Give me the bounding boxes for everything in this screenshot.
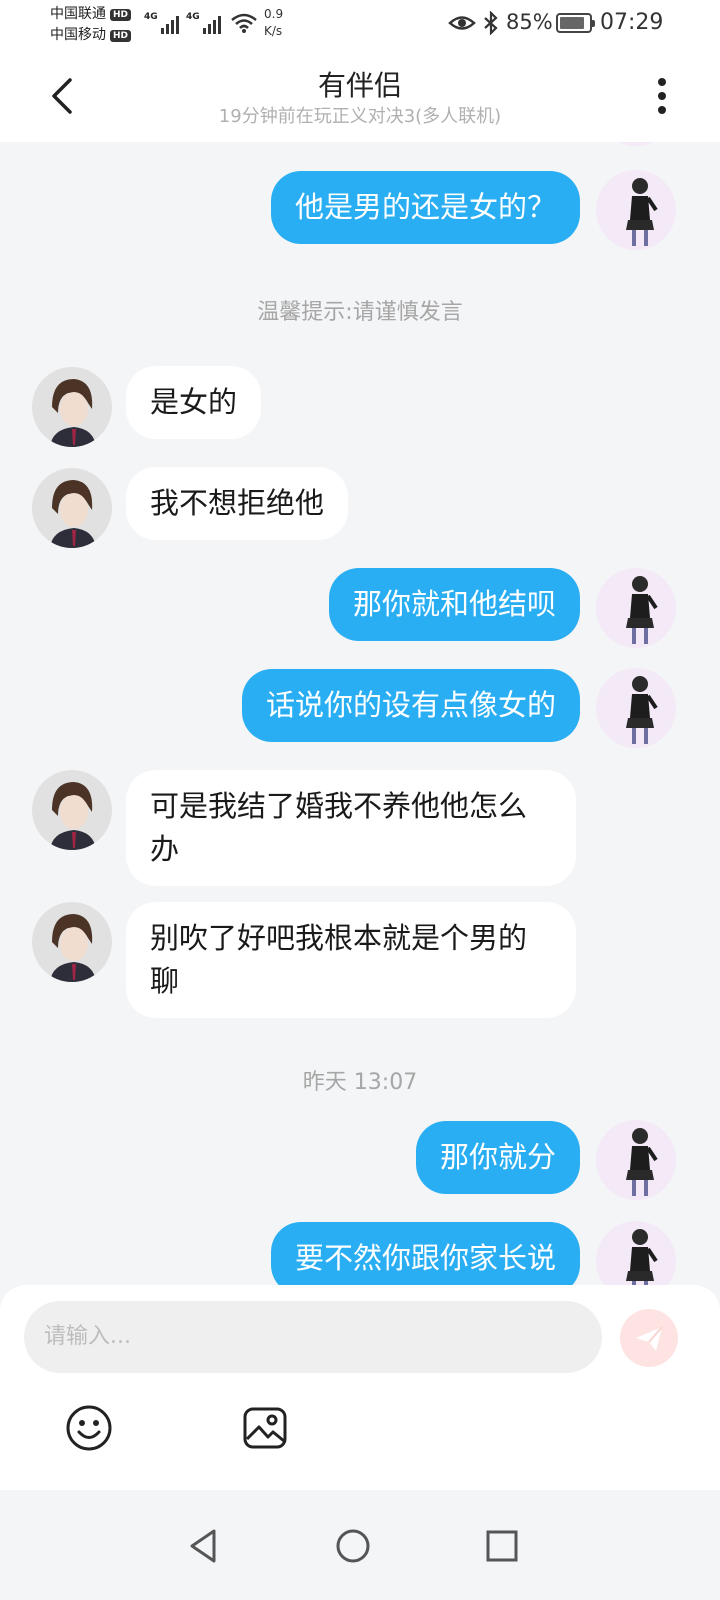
smiley-icon[interactable] — [64, 1403, 114, 1453]
wifi-icon — [231, 13, 257, 33]
clock: 07:29 — [600, 10, 664, 35]
message-bubble-partner[interactable]: 我不想拒绝他 — [126, 467, 349, 540]
battery-icon — [556, 13, 595, 33]
message-bubble-mine[interactable]: 话说你的设有点像女的 — [241, 669, 580, 742]
image-icon[interactable] — [240, 1403, 290, 1453]
partner-avatar[interactable] — [32, 902, 112, 982]
signal-icon: 4G — [144, 12, 179, 34]
hd-badge: HD — [110, 8, 132, 21]
battery-percent: 85% — [506, 10, 553, 34]
chat-subtitle: 19分钟前在玩正义对决3(多人联机) — [218, 106, 502, 127]
triangle-back-icon[interactable] — [184, 1526, 224, 1566]
bluetooth-icon — [484, 11, 498, 35]
partner-avatar[interactable] — [32, 367, 112, 447]
signal-icon: 4G — [186, 12, 221, 34]
send-button[interactable] — [620, 1309, 678, 1367]
my-avatar[interactable] — [596, 1221, 676, 1285]
chat-title: 有伴侣 — [317, 69, 402, 102]
partner-avatar[interactable] — [32, 770, 112, 850]
chat-header: 有伴侣 19分钟前在玩正义对决3(多人联机) — [0, 50, 720, 142]
message-bubble-mine[interactable]: 要不然你跟你家长说 — [270, 1222, 580, 1285]
carrier-2: 中国移动 — [50, 27, 106, 43]
warning-notice: 温馨提示:请谨慎发言 — [257, 300, 463, 325]
hd-badge: HD — [110, 29, 132, 42]
message-bubble-mine[interactable]: 他是男的还是女的？ — [270, 171, 580, 244]
message-list[interactable]: 他是男的还是女的？ 温馨提示:请谨慎发言 是女的 我不想拒绝他 那你就和他结呗 … — [0, 142, 720, 1285]
my-avatar[interactable] — [596, 1120, 676, 1200]
system-nav-bar — [0, 1490, 720, 1600]
more-vertical-icon[interactable] — [644, 72, 680, 120]
message-bubble-mine[interactable]: 那你就和他结呗 — [328, 568, 580, 641]
timestamp: 昨天 13:07 — [302, 1070, 418, 1095]
carrier-1: 中国联通 — [50, 6, 106, 22]
message-input[interactable]: 请输入... — [24, 1301, 602, 1373]
message-bubble-partner[interactable]: 别吹了好吧我根本就是个男的聊 — [126, 902, 576, 1018]
circle-home-icon[interactable] — [333, 1526, 373, 1566]
square-recent-icon[interactable] — [482, 1526, 522, 1566]
my-avatar[interactable] — [596, 668, 676, 748]
net-speed: 0.9 K/s — [264, 7, 284, 38]
message-bubble-mine[interactable]: 那你就分 — [415, 1121, 580, 1194]
message-bubble-partner[interactable]: 是女的 — [126, 366, 262, 439]
partner-avatar[interactable] — [32, 468, 112, 548]
my-avatar — [596, 142, 676, 146]
my-avatar[interactable] — [596, 170, 676, 250]
carrier-info: 中国联通 HD 中国移动 HD — [50, 4, 132, 46]
paper-plane-icon — [636, 1326, 663, 1351]
chat-screen: 中国联通 HD 中国移动 HD 4G 4G 0.9 K/s 85% 07:29 … — [0, 0, 720, 1600]
my-avatar[interactable] — [596, 568, 676, 648]
status-bar: 中国联通 HD 中国移动 HD 4G 4G 0.9 K/s 85% 07:29 — [0, 0, 720, 50]
input-panel: 请输入... — [0, 1285, 720, 1490]
message-bubble-partner[interactable]: 可是我结了婚我不养他他怎么办 — [126, 770, 576, 886]
eye-icon — [448, 16, 476, 30]
